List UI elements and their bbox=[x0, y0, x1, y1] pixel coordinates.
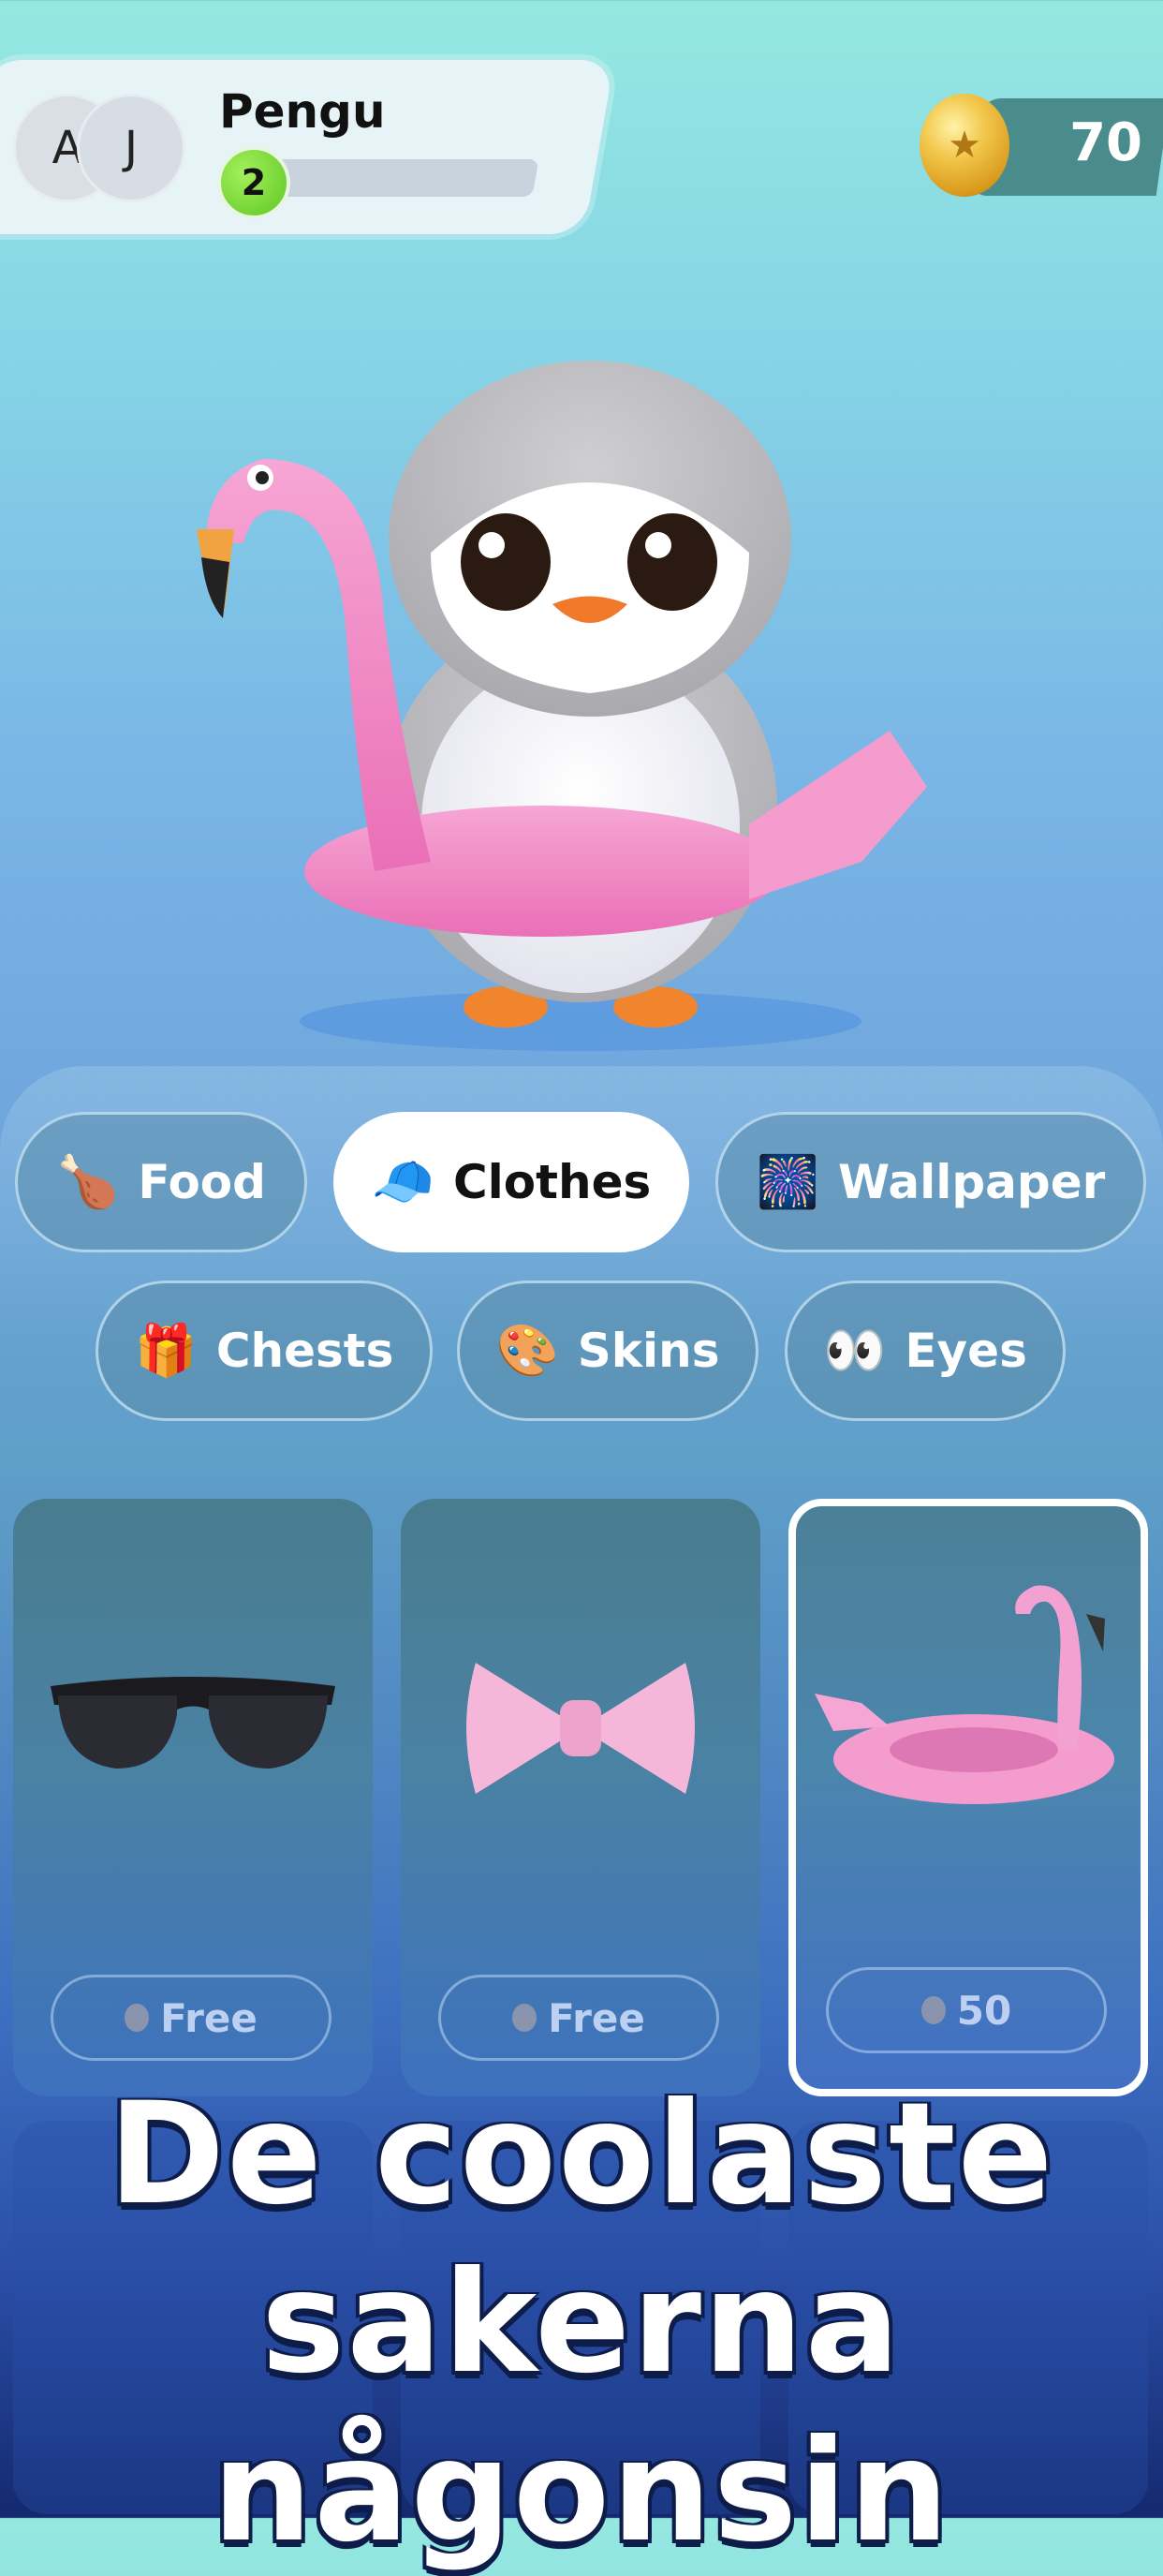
promo-line: sakerna bbox=[261, 2242, 902, 2405]
flamingo-float-icon bbox=[815, 1585, 1114, 1804]
price-label: Free bbox=[548, 1994, 645, 2041]
tab-skins[interactable]: 🎨 Skins bbox=[457, 1281, 758, 1421]
tab-label: Skins bbox=[577, 1324, 720, 1378]
palette-icon: 🎨 bbox=[495, 1321, 559, 1380]
tab-label: Eyes bbox=[905, 1324, 1027, 1378]
coin-count: 70 bbox=[1069, 112, 1142, 173]
player-name: Pengu bbox=[219, 84, 386, 139]
tab-wallpaper[interactable]: 🎆 Wallpaper bbox=[715, 1112, 1146, 1252]
price-button[interactable]: Free bbox=[51, 1975, 331, 2061]
tab-label: Food bbox=[138, 1155, 266, 1209]
tab-chests[interactable]: 🎁 Chests bbox=[96, 1281, 433, 1421]
price-label: 50 bbox=[956, 1987, 1012, 2034]
price-label: Free bbox=[160, 1994, 258, 2041]
tab-food[interactable]: 🍗 Food bbox=[15, 1112, 307, 1252]
cap-icon: 🧢 bbox=[371, 1152, 434, 1211]
coin-icon bbox=[125, 2004, 150, 2032]
tab-label: Chests bbox=[215, 1324, 394, 1378]
drumstick-icon: 🍗 bbox=[56, 1152, 120, 1211]
tab-clothes[interactable]: 🧢 Clothes bbox=[333, 1112, 689, 1252]
promo-line: De coolaste bbox=[108, 2073, 1055, 2236]
item-card-sunglasses[interactable]: Free bbox=[13, 1499, 373, 2096]
penguin-character[interactable] bbox=[187, 337, 993, 1068]
price-button[interactable]: Free bbox=[438, 1975, 719, 2061]
pink-bow-icon bbox=[466, 1663, 695, 1794]
tab-label: Wallpaper bbox=[837, 1155, 1106, 1209]
item-card-bow[interactable]: Free bbox=[401, 1499, 760, 2096]
sunglasses-icon bbox=[51, 1677, 335, 1769]
eyes-icon: 👀 bbox=[823, 1321, 887, 1380]
tab-label: Clothes bbox=[452, 1155, 652, 1209]
avatar[interactable]: J bbox=[77, 94, 185, 202]
coin-icon: ★ bbox=[920, 94, 1009, 197]
fireworks-icon: 🎆 bbox=[756, 1152, 819, 1211]
level-badge: 2 bbox=[217, 146, 290, 219]
tab-eyes[interactable]: 👀 Eyes bbox=[785, 1281, 1066, 1421]
coin-icon bbox=[920, 1996, 946, 2024]
promo-headline: De coolaste sakerna någonsin bbox=[0, 2070, 1163, 2576]
item-card-flamingo-float[interactable]: 50 bbox=[788, 1499, 1148, 2096]
price-button[interactable]: 50 bbox=[826, 1967, 1107, 2053]
gift-icon: 🎁 bbox=[134, 1321, 198, 1380]
promo-line: någonsin bbox=[212, 2410, 951, 2573]
coin-icon bbox=[512, 2004, 537, 2032]
